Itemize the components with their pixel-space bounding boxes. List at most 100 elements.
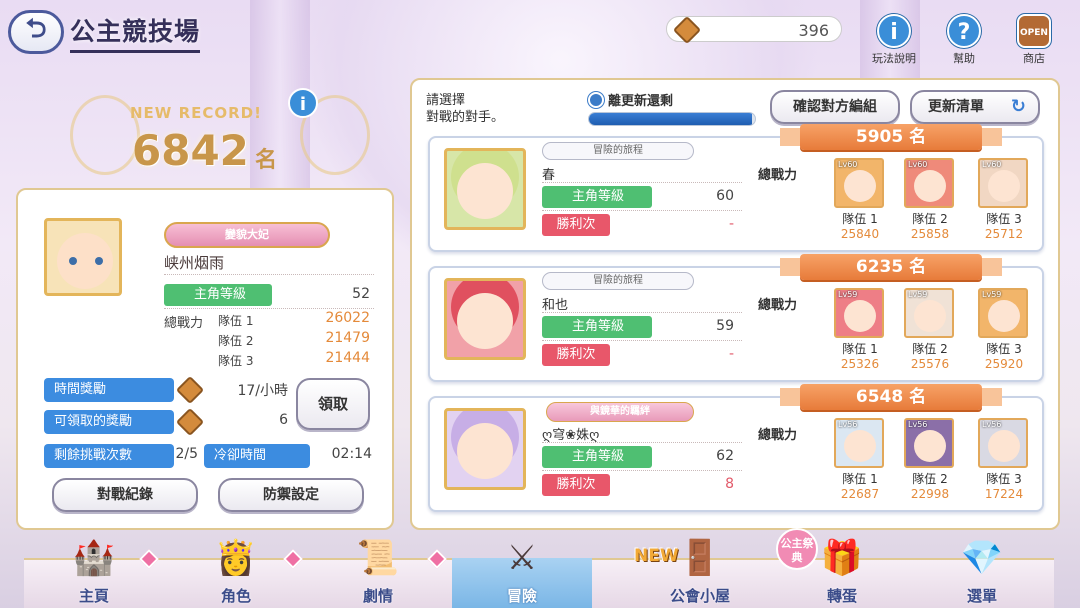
event-badge: 公主祭典 — [776, 528, 818, 570]
opponent-title-badge: 與鏡華的羈絆 — [546, 402, 694, 422]
character-face — [914, 430, 946, 462]
team-label: 隊伍 3 — [986, 342, 1022, 356]
team-level: Lv56 — [982, 420, 1002, 429]
shop-label: 商店 — [1023, 52, 1045, 65]
refresh-icon: ↻ — [1010, 96, 1026, 117]
opponent-rank: 6548 名 — [800, 384, 982, 410]
player-power-label: 總戰力 — [164, 316, 204, 331]
character-face — [914, 300, 946, 332]
opponent-team: Lv56 隊伍 2 22998 — [904, 418, 956, 501]
opponent-level-value: 60 — [716, 188, 734, 204]
nav-scroll[interactable]: 📜 劇情 — [308, 538, 448, 608]
opponent-avatar — [444, 408, 526, 490]
remaining-challenges-value: 2/5 — [175, 446, 198, 462]
shop-icon: OPEN — [1017, 14, 1051, 48]
opponent-level-label: 主角等級 — [542, 446, 652, 468]
character-face — [914, 170, 946, 202]
refresh-timer-label: 離更新還剩 — [588, 90, 673, 109]
opponent-wins-value: - — [728, 216, 734, 232]
opponent-card[interactable]: 與鏡華的羈絆 ღ穹❀姝ღ 主角等級 62 勝利次 8 總戰力 6548 名 Lv… — [428, 384, 1044, 512]
nav-character[interactable]: 👸 角色 — [166, 538, 306, 608]
team-leader-thumbnail: Lv56 — [978, 418, 1028, 468]
player-avatar — [44, 218, 122, 296]
back-button[interactable]: ⮌ — [8, 10, 64, 54]
nav-swords[interactable]: ⚔ 冒險 — [452, 538, 592, 608]
page-title: 公主競技場 — [70, 12, 201, 53]
opponent-avatar — [444, 148, 526, 230]
opponent-power-label: 總戰力 — [758, 298, 798, 313]
currency-amount: 396 — [798, 21, 829, 40]
character-face — [844, 170, 876, 202]
team-leader-thumbnail: Lv60 — [978, 158, 1028, 208]
avatar-face — [457, 293, 513, 349]
clock-icon — [588, 92, 604, 108]
opponent-rank: 5905 名 — [800, 124, 982, 150]
cooldown-label: 冷卻時間 — [204, 444, 310, 468]
opponent-name: 和也 — [542, 298, 569, 313]
time-reward-value: 17/小時 — [237, 383, 288, 399]
confirm-opponent-team-button[interactable]: 確認對方編組 — [770, 90, 900, 124]
team-leader-thumbnail: Lv60 — [834, 158, 884, 208]
team-level: Lv60 — [838, 160, 858, 169]
team-1-label: 隊伍 1 — [218, 314, 254, 328]
opponent-level-value: 59 — [716, 318, 734, 334]
gem-icon — [672, 15, 702, 45]
claimable-reward-value: 6 — [279, 412, 288, 428]
team-power: 25920 — [984, 357, 1024, 371]
nav-label: 公會小屋 — [669, 587, 730, 605]
refresh-list-label: 更新清單 — [928, 99, 984, 115]
team-leader-thumbnail: Lv56 — [904, 418, 954, 468]
choose-instruction: 請選擇 對戰的對手。 — [426, 92, 504, 126]
help-label: 幫助 — [953, 52, 975, 65]
nav-menu-crystal[interactable]: 💎 選單 — [912, 538, 1052, 608]
opponent-wins-label: 勝利次 — [542, 474, 610, 496]
help-icon: ? — [947, 14, 981, 48]
record-info-icon[interactable]: i — [288, 88, 318, 118]
team-level: Lv59 — [908, 290, 928, 299]
help-button[interactable]: ? 幫助 — [934, 14, 994, 66]
team-label: 隊伍 3 — [986, 212, 1022, 226]
refresh-list-button[interactable]: 更新清單 ↻ — [910, 90, 1040, 124]
claim-button[interactable]: 領取 — [296, 378, 370, 430]
opponent-team: Lv60 隊伍 1 25840 — [834, 158, 886, 241]
avatar-face — [457, 163, 513, 219]
team-leader-thumbnail: Lv56 — [834, 418, 884, 468]
rules-button[interactable]: i 玩法說明 — [864, 14, 924, 66]
gacha-icon: 🎁 — [820, 538, 864, 578]
back-arrow-icon: ⮌ — [25, 14, 47, 44]
team-leader-thumbnail: Lv60 — [904, 158, 954, 208]
swords-icon: ⚔ — [506, 538, 538, 578]
instruction-line-1: 請選擇 — [426, 93, 466, 108]
opponent-power-label: 總戰力 — [758, 428, 798, 443]
team-label: 隊伍 2 — [912, 212, 948, 226]
refresh-timer-text: 離更新還剩 — [608, 94, 674, 109]
shop-button[interactable]: OPEN 商店 — [1006, 14, 1062, 66]
divider — [542, 312, 742, 313]
opponent-card[interactable]: 冒險的旅程 春 主角等級 60 勝利次 - 總戰力 5905 名 Lv60 隊伍… — [428, 124, 1044, 252]
divider — [542, 182, 742, 183]
opponent-team: Lv56 隊伍 3 17224 — [978, 418, 1030, 501]
divider — [542, 340, 742, 341]
battle-history-button[interactable]: 對戰紀錄 — [52, 478, 198, 512]
menu-crystal-icon: 💎 — [960, 538, 1004, 578]
team-level: Lv56 — [838, 420, 858, 429]
nav-castle[interactable]: 🏰 主頁 — [24, 538, 164, 608]
opponent-wins-value: - — [728, 346, 734, 362]
opponent-route-tag: 冒險的旅程 — [542, 142, 694, 160]
opponent-card[interactable]: 冒險的旅程 和也 主角等級 59 勝利次 - 總戰力 6235 名 Lv59 隊… — [428, 254, 1044, 382]
team-level: Lv59 — [982, 290, 1002, 299]
opponent-level-label: 主角等級 — [542, 186, 652, 208]
opponent-team: Lv56 隊伍 1 22687 — [834, 418, 886, 501]
nav-label: 冒險 — [506, 587, 537, 605]
opponent-team: Lv60 隊伍 3 25712 — [978, 158, 1030, 241]
team-leader-thumbnail: Lv59 — [978, 288, 1028, 338]
info-icon: i — [877, 14, 911, 48]
character-icon: 👸 — [214, 538, 258, 578]
nav-label: 轉蛋 — [826, 587, 857, 605]
team-label: 隊伍 1 — [842, 342, 878, 356]
character-face — [844, 430, 876, 462]
team-3-power: 21444 — [325, 350, 370, 366]
team-level: Lv56 — [908, 420, 928, 429]
opponent-name: ღ穹❀姝ღ — [542, 428, 600, 443]
defense-settings-button[interactable]: 防禦設定 — [218, 478, 364, 512]
